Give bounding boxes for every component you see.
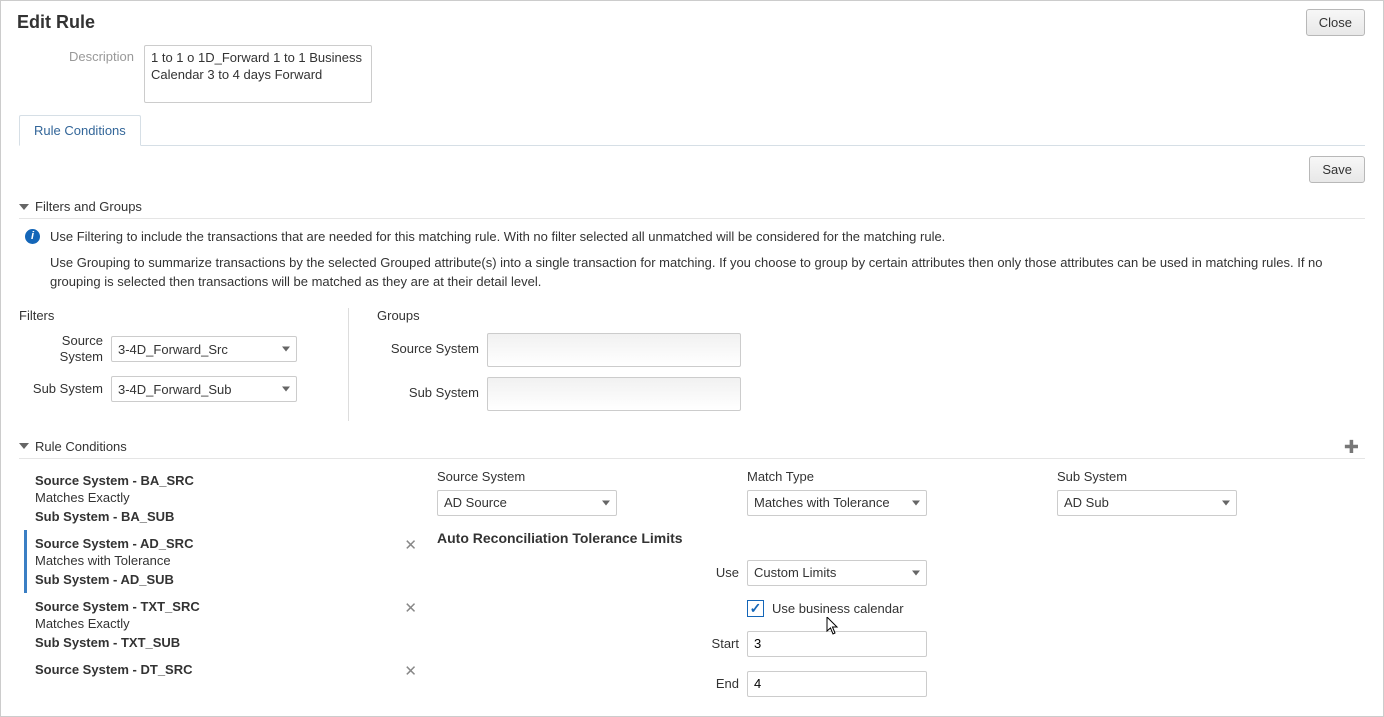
description-row: Description 1 to 1 o 1D_Forward 1 to 1 B… (19, 45, 1365, 103)
filters-groups-header[interactable]: Filters and Groups (19, 195, 1365, 219)
groups-title: Groups (377, 308, 1365, 323)
groups-sub-system-row: Sub System (377, 377, 1365, 411)
filters-source-system-label: Source System (19, 333, 111, 367)
rule-conditions-list: Source System - BA_SRC Matches Exactly S… (19, 467, 437, 711)
save-row: Save (19, 156, 1365, 183)
info-text: Use Filtering to include the transaction… (50, 227, 1359, 298)
rc-end-label: End (437, 676, 747, 691)
filters-sub-system-select[interactable]: 3-4D_Forward_Sub (111, 376, 297, 402)
rc-match-line: Matches with Tolerance (35, 553, 437, 568)
rule-condition-item[interactable]: ✕ Source System - TXT_SRC Matches Exactl… (35, 593, 437, 656)
rc-sub-line: Sub System - BA_SUB (35, 509, 437, 524)
filters-sub-system-value: 3-4D_Forward_Sub (118, 382, 231, 397)
rc-src-line: Source System - BA_SRC (35, 473, 437, 488)
rule-conditions-header[interactable]: Rule Conditions ✚ (19, 435, 1365, 459)
rc-start-row: Start (437, 631, 1365, 657)
rc-start-label: Start (437, 636, 747, 651)
add-rule-condition-button[interactable]: ✚ (1344, 437, 1359, 458)
rc-match-type-value: Matches with Tolerance (754, 495, 890, 510)
rc-src-line: Source System - TXT_SRC (35, 599, 437, 614)
chevron-down-icon (1222, 500, 1230, 505)
chevron-down-icon (602, 500, 610, 505)
rc-source-system-label: Source System (437, 469, 747, 484)
rule-condition-detail: Source System AD Source Match Type Match… (437, 467, 1365, 711)
tab-rule-conditions[interactable]: Rule Conditions (19, 115, 141, 146)
description-label: Description (19, 45, 144, 64)
filters-groups-body: Filters Source System 3-4D_Forward_Src S… (19, 308, 1365, 421)
filters-sub-system-label: Sub System (19, 381, 111, 398)
modal-title: Edit Rule (17, 12, 95, 33)
description-textarea[interactable]: 1 to 1 o 1D_Forward 1 to 1 Business Cale… (144, 45, 372, 103)
rc-match-type-field: Match Type Matches with Tolerance (747, 469, 1057, 516)
rc-business-calendar-row: ✓ Use business calendar (437, 600, 1365, 617)
filters-title: Filters (19, 308, 336, 323)
rc-match-type-select[interactable]: Matches with Tolerance (747, 490, 927, 516)
groups-sub-system-input[interactable] (487, 377, 741, 411)
filters-source-system-select[interactable]: 3-4D_Forward_Src (111, 336, 297, 362)
rc-start-input[interactable] (747, 631, 927, 657)
info-line-1: Use Filtering to include the transaction… (50, 227, 1359, 247)
close-button[interactable]: Close (1306, 9, 1365, 36)
filters-source-system-value: 3-4D_Forward_Src (118, 342, 228, 357)
rc-use-select[interactable]: Custom Limits (747, 560, 927, 586)
caret-down-icon (19, 443, 29, 449)
info-row: i Use Filtering to include the transacti… (19, 227, 1365, 298)
rc-match-line: Matches Exactly (35, 616, 437, 631)
remove-rule-condition-button[interactable]: ✕ (404, 536, 417, 554)
rule-condition-item[interactable]: ✕ Source System - AD_SRC Matches with To… (24, 530, 437, 593)
groups-source-system-input[interactable] (487, 333, 741, 367)
chevron-down-icon (912, 500, 920, 505)
checkmark-icon: ✓ (750, 600, 762, 617)
rc-match-line: Matches Exactly (35, 490, 437, 505)
remove-rule-condition-button[interactable]: ✕ (404, 662, 417, 680)
chevron-down-icon (912, 570, 920, 575)
rc-sub-system-label: Sub System (1057, 469, 1237, 484)
rc-source-system-select[interactable]: AD Source (437, 490, 617, 516)
rc-use-row: Use Custom Limits (437, 560, 1365, 586)
remove-rule-condition-button[interactable]: ✕ (404, 599, 417, 617)
rc-sub-system-field: Sub System AD Sub (1057, 469, 1237, 516)
tolerance-limits-title: Auto Reconciliation Tolerance Limits (437, 530, 1365, 546)
rc-src-line: Source System - AD_SRC (35, 536, 437, 551)
rc-sub-line: Sub System - AD_SUB (35, 572, 437, 587)
modal-header: Edit Rule Close (1, 1, 1383, 36)
rc-source-system-value: AD Source (444, 495, 507, 510)
rc-end-row: End (437, 671, 1365, 697)
info-line-2: Use Grouping to summarize transactions b… (50, 253, 1359, 292)
groups-sub-system-label: Sub System (377, 385, 487, 402)
groups-source-system-label: Source System (377, 341, 487, 358)
rc-src-line: Source System - DT_SRC (35, 662, 437, 677)
edit-rule-modal: Edit Rule Close Description 1 to 1 o 1D_… (0, 0, 1384, 717)
rc-use-value: Custom Limits (754, 565, 836, 580)
rc-end-input[interactable] (747, 671, 927, 697)
chevron-down-icon (282, 387, 290, 392)
rule-condition-item[interactable]: ✕ Source System - DT_SRC (35, 656, 437, 685)
rc-sub-system-select[interactable]: AD Sub (1057, 490, 1237, 516)
rc-use-label: Use (437, 565, 747, 580)
save-button[interactable]: Save (1309, 156, 1365, 183)
rc-source-system-field: Source System AD Source (437, 469, 747, 516)
rc-sub-line: Sub System - TXT_SUB (35, 635, 437, 650)
chevron-down-icon (282, 347, 290, 352)
modal-body-scroll[interactable]: Description 1 to 1 o 1D_Forward 1 to 1 B… (3, 41, 1381, 714)
tabs: Rule Conditions (19, 115, 1365, 146)
rule-conditions-body: Source System - BA_SRC Matches Exactly S… (19, 467, 1365, 711)
use-business-calendar-checkbox[interactable]: ✓ (747, 600, 764, 617)
filters-source-system-row: Source System 3-4D_Forward_Src (19, 333, 336, 367)
rc-match-type-label: Match Type (747, 469, 1057, 484)
filters-column: Filters Source System 3-4D_Forward_Src S… (19, 308, 349, 421)
groups-column: Groups Source System Sub System (349, 308, 1365, 421)
rule-condition-item[interactable]: Source System - BA_SRC Matches Exactly S… (35, 467, 437, 530)
filters-sub-system-row: Sub System 3-4D_Forward_Sub (19, 376, 336, 402)
caret-down-icon (19, 204, 29, 210)
groups-source-system-row: Source System (377, 333, 1365, 367)
use-business-calendar-label: Use business calendar (772, 601, 904, 616)
rc-detail-row1: Source System AD Source Match Type Match… (437, 469, 1365, 516)
info-icon: i (25, 229, 40, 244)
rc-sub-system-value: AD Sub (1064, 495, 1109, 510)
filters-groups-title: Filters and Groups (35, 199, 142, 214)
rule-conditions-title: Rule Conditions (35, 439, 127, 454)
